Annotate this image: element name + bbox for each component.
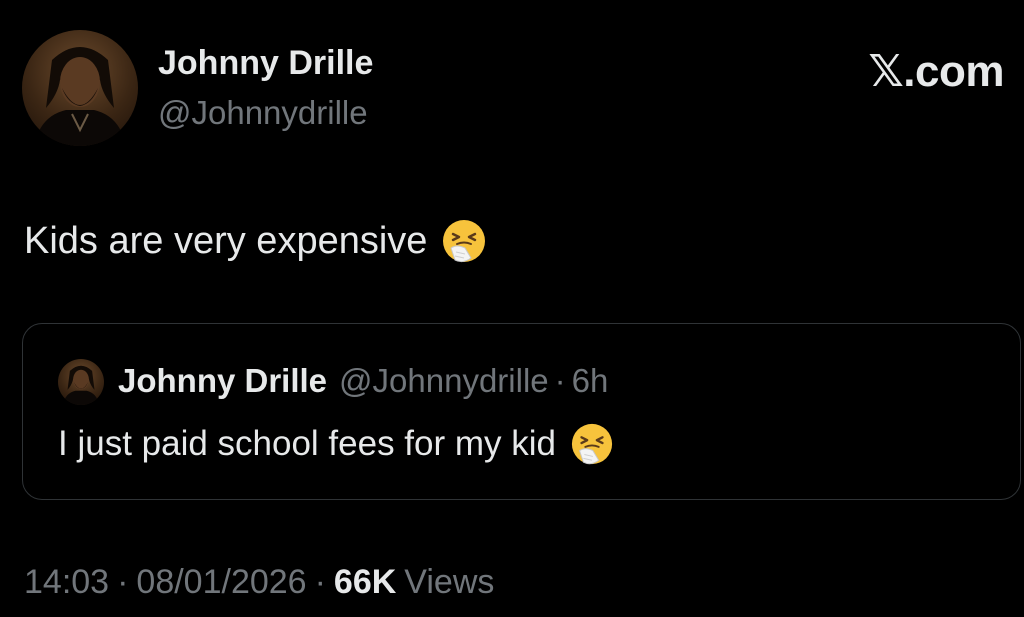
- views-count[interactable]: 66K: [334, 563, 396, 602]
- sneezing-face-emoji-icon: [441, 218, 487, 264]
- author-handle[interactable]: @Johnnydrille: [158, 94, 368, 132]
- quote-separator: ·: [554, 362, 566, 399]
- tweet-date[interactable]: 08/01/2026: [136, 563, 306, 602]
- x-logo: 𝕏.com: [868, 47, 1004, 96]
- tweet-text: Kids are very expensive: [24, 218, 487, 264]
- quote-header: Johnny Drille @Johnnydrille · 6h: [118, 362, 608, 400]
- quoted-tweet[interactable]: Johnny Drille @Johnnydrille · 6h I just …: [22, 323, 1021, 500]
- author-avatar[interactable]: [22, 30, 138, 146]
- meta-separator: ·: [117, 563, 129, 601]
- sneezing-face-emoji-icon: [570, 422, 614, 466]
- quote-text-content: I just paid school fees for my kid: [58, 424, 556, 463]
- views-label: Views: [404, 563, 495, 601]
- quote-author-name[interactable]: Johnny Drille: [118, 362, 327, 400]
- meta-separator: ·: [314, 563, 326, 601]
- author-name[interactable]: Johnny Drille: [158, 44, 373, 83]
- quote-author-avatar[interactable]: [58, 359, 104, 405]
- tweet-time[interactable]: 14:03: [24, 563, 109, 602]
- quote-text: I just paid school fees for my kid: [58, 422, 614, 466]
- tweet-meta: 14:03 · 08/01/2026 · 66K Views: [24, 563, 494, 602]
- quote-timestamp[interactable]: 6h: [572, 362, 609, 400]
- quote-author-handle[interactable]: @Johnnydrille: [339, 362, 549, 400]
- tweet-card: Johnny Drille @Johnnydrille 𝕏.com Kids a…: [0, 0, 1024, 617]
- tweet-text-content: Kids are very expensive: [24, 219, 428, 262]
